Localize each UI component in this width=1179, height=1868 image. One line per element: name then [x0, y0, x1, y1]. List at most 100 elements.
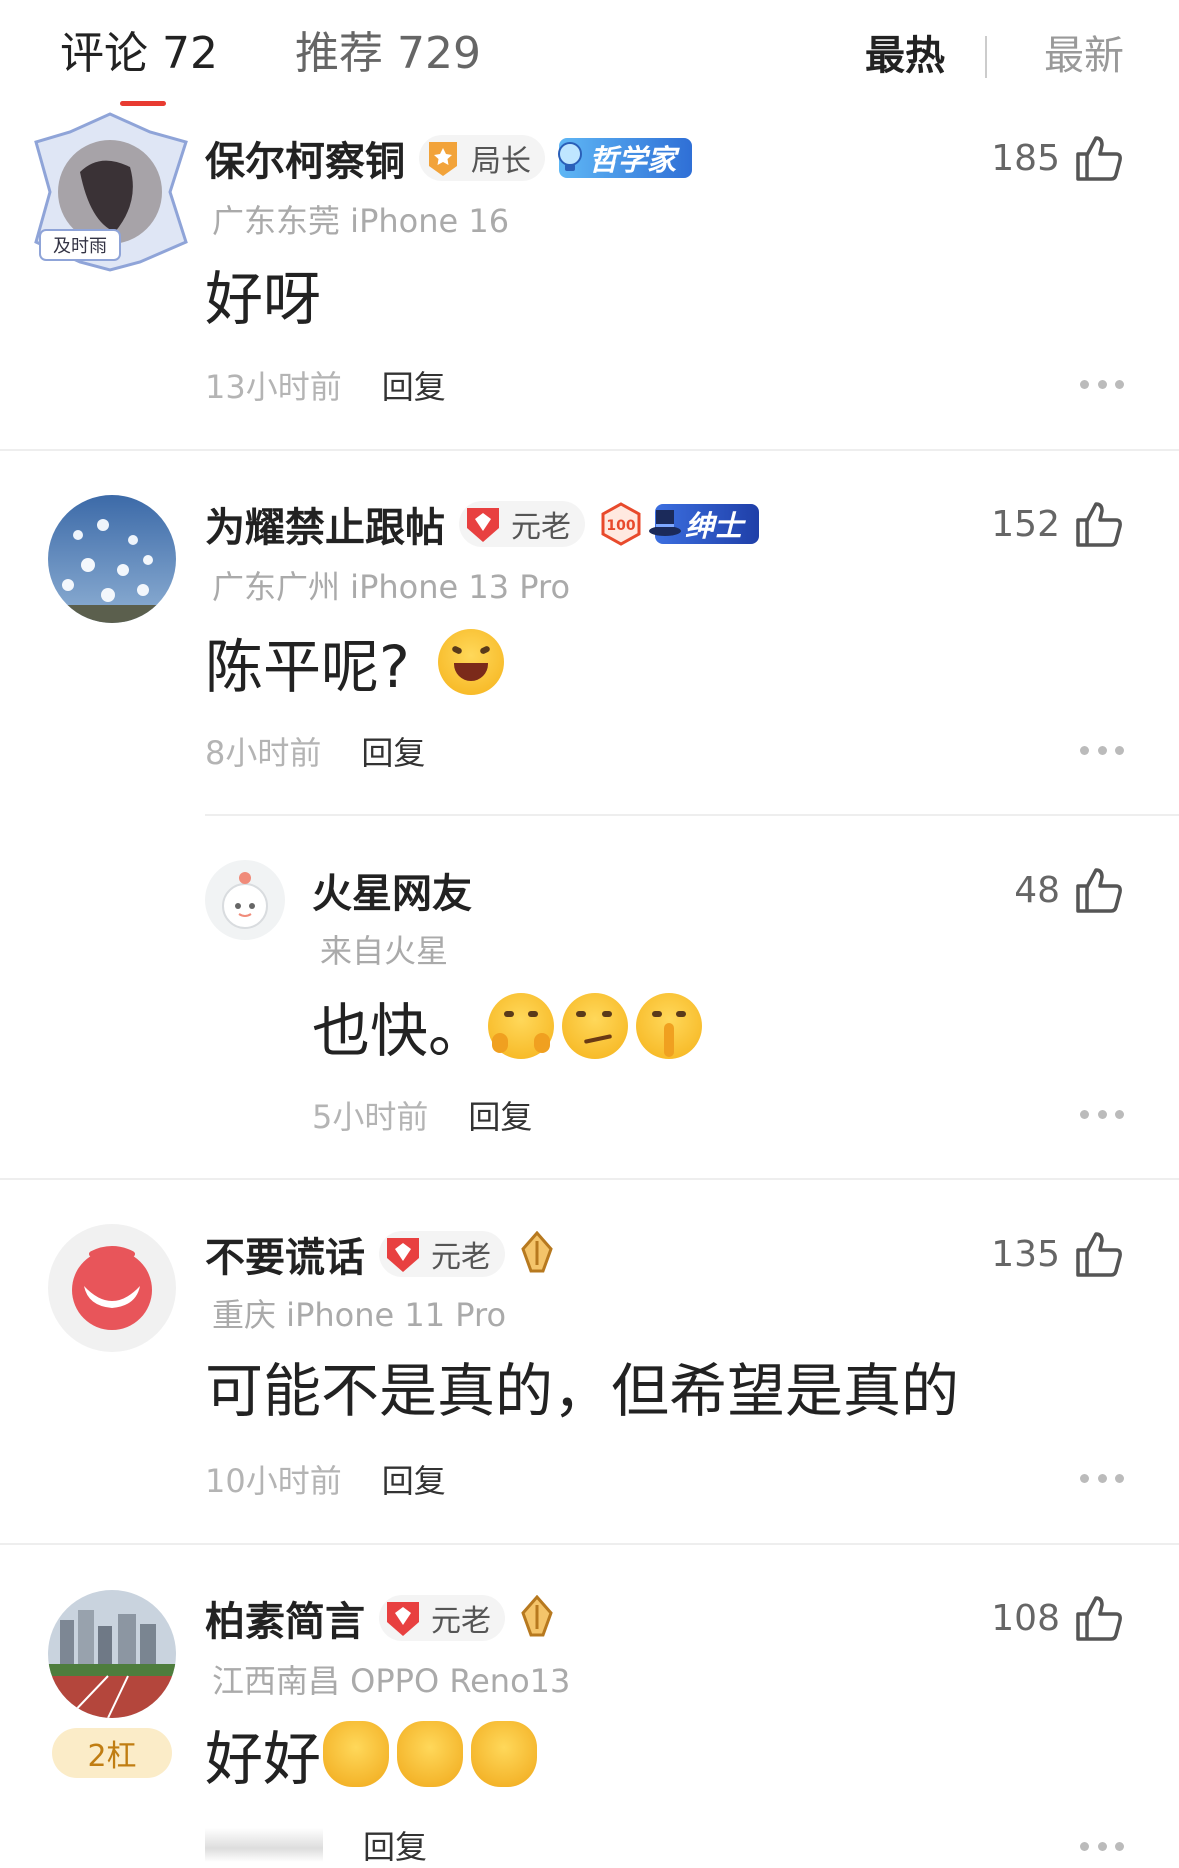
sort-hot-button[interactable]: 最热: [865, 28, 945, 84]
username[interactable]: 保尔柯察铜: [205, 129, 405, 187]
pen-nib-icon: [521, 1595, 553, 1637]
like-button[interactable]: 48: [1014, 862, 1124, 918]
waving-hand-emoji-icon: [323, 1721, 390, 1787]
rank-label: 元老: [431, 1240, 491, 1275]
hugging-emoji-icon: [488, 993, 555, 1059]
reply-button[interactable]: 回复: [382, 362, 446, 408]
comment-text-body: 也快。: [312, 997, 487, 1065]
avatar[interactable]: [48, 1590, 176, 1718]
reply-button[interactable]: 回复: [468, 1092, 532, 1138]
streak-badge: 2杠: [52, 1728, 172, 1778]
comment-divider: [0, 1543, 1179, 1545]
shield-icon: [467, 508, 499, 542]
thumbs-up-icon: [1076, 1232, 1122, 1277]
rank-label: 元老: [511, 510, 571, 545]
comment-text-body: 好好: [205, 1725, 322, 1793]
timestamp: 8小时前: [205, 734, 322, 772]
like-count: 135: [991, 1233, 1060, 1275]
comment-text-body: 可能不是真的，但希望是真的: [205, 1357, 960, 1425]
active-tab-indicator: [120, 101, 166, 106]
tab-comments[interactable]: 评论 72: [60, 22, 218, 86]
rank-label: 局长: [471, 144, 531, 179]
rank-label: 元老: [431, 1604, 491, 1639]
like-count: 48: [1014, 869, 1060, 911]
reply-button[interactable]: 回复: [361, 728, 425, 774]
user-row: 保尔柯察铜 局长 哲学家: [205, 130, 704, 186]
shield-icon: [387, 1602, 419, 1636]
tab-recommend[interactable]: 推荐 729: [295, 22, 481, 86]
username[interactable]: 火星网友: [312, 861, 472, 919]
comment-text: 可能不是真的，但希望是真的: [205, 1344, 959, 1428]
thumbs-up-icon: [1076, 868, 1122, 913]
svg-text:100: 100: [606, 518, 635, 534]
title-badge: 哲学家: [558, 138, 693, 178]
user-row: 不要谎话 元老: [205, 1226, 555, 1282]
more-options-button[interactable]: [1080, 1108, 1124, 1120]
sort-divider: [985, 36, 987, 78]
timestamp: [205, 1828, 323, 1862]
rank-star-icon: [429, 142, 457, 176]
more-options-button[interactable]: [1080, 744, 1124, 756]
avatar[interactable]: [48, 1224, 176, 1352]
comment-header: 评论 72 推荐 729 最热 最新: [0, 0, 1179, 112]
username[interactable]: 为耀禁止跟帖: [205, 495, 445, 553]
reply-button[interactable]: 回复: [382, 1456, 446, 1502]
comment-text: 好好: [205, 1712, 538, 1796]
username[interactable]: 不要谎话: [205, 1225, 365, 1283]
user-row: 为耀禁止跟帖 元老 100 绅士: [205, 496, 771, 552]
like-button[interactable]: 108: [991, 1590, 1124, 1646]
like-button[interactable]: 185: [991, 130, 1124, 186]
location: 江西南昌 OPPO Reno13: [212, 1662, 571, 1700]
location: 来自火星: [320, 932, 449, 970]
comment-meta: 10小时前 回复: [205, 1456, 446, 1502]
comment-meta: 8小时前 回复: [205, 728, 425, 774]
rank-badge: 元老: [379, 1231, 505, 1277]
waving-hand-emoji-icon: [397, 1721, 464, 1787]
title-badge-label: 哲学家: [589, 143, 677, 177]
lightbulb-icon: [558, 142, 582, 171]
avatar[interactable]: [205, 860, 285, 940]
comment-meta: 回复: [205, 1822, 427, 1868]
comment-meta: 5小时前 回复: [312, 1092, 532, 1138]
comment-text: 也快。: [312, 984, 703, 1068]
thumbs-up-icon: [1076, 1596, 1122, 1641]
comment-text: 陈平呢?: [205, 620, 504, 704]
hundred-medal-icon: 100: [601, 502, 641, 546]
pen-nib-icon: [521, 1231, 553, 1273]
title-badge-label: 绅士: [685, 509, 744, 543]
location: 广东东莞 iPhone 16: [212, 202, 510, 240]
more-options-button[interactable]: [1080, 1840, 1124, 1852]
laughing-emoji-icon: [437, 629, 504, 695]
shield-icon: [387, 1238, 419, 1272]
more-options-button[interactable]: [1080, 378, 1124, 390]
rank-badge: 元老: [459, 501, 585, 547]
comment-meta: 13小时前 回复: [205, 362, 446, 408]
comment-divider: [0, 1178, 1179, 1180]
waving-hand-emoji-icon: [471, 1721, 538, 1787]
rank-badge: 局长: [419, 135, 545, 181]
reply-button[interactable]: 回复: [363, 1822, 427, 1868]
location: 广东广州 iPhone 13 Pro: [212, 568, 571, 606]
like-button[interactable]: 135: [991, 1226, 1124, 1282]
like-count: 185: [991, 137, 1060, 179]
avatar[interactable]: [48, 495, 176, 623]
avatar-frame-caption: 及时雨: [53, 236, 107, 257]
rank-badge: 元老: [379, 1595, 505, 1641]
like-count: 108: [991, 1597, 1060, 1639]
timestamp: 5小时前: [312, 1098, 429, 1136]
username[interactable]: 柏素简言: [205, 1589, 365, 1647]
more-options-button[interactable]: [1080, 1472, 1124, 1484]
comment-text-body: 好呀: [205, 265, 322, 333]
comment-text: 好呀: [205, 254, 321, 334]
top-hat-icon: [649, 510, 681, 536]
like-button[interactable]: 152: [991, 496, 1124, 552]
comment-divider: [0, 449, 1179, 451]
avatar[interactable]: 及时雨: [30, 112, 190, 272]
user-row: 火星网友: [312, 862, 486, 918]
user-row: 柏素简言 元老: [205, 1590, 555, 1646]
thumbs-up-icon: [1076, 136, 1122, 181]
sort-new-button[interactable]: 最新: [1044, 28, 1124, 84]
timestamp: 10小时前: [205, 1462, 342, 1500]
smirk-emoji-icon: [562, 993, 629, 1059]
timestamp: 13小时前: [205, 368, 342, 406]
